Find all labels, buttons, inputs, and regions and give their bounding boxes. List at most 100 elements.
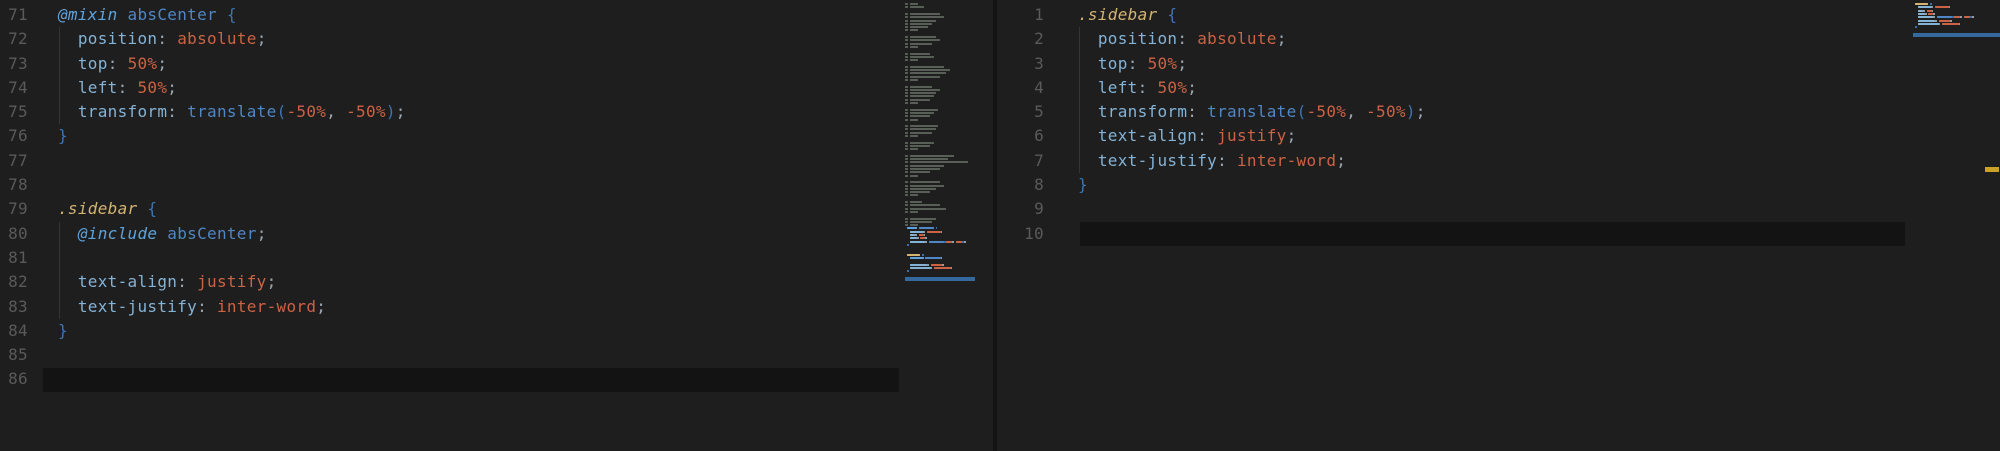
code-line[interactable]: position: absolute; [997, 27, 2000, 52]
code-line[interactable] [0, 245, 993, 271]
minimap-code-line [1918, 12, 1926, 15]
minimap-comment-line [905, 111, 908, 114]
minimap-code-line [907, 270, 909, 273]
indent-guide [1079, 148, 1080, 174]
code-line[interactable]: .sidebar { [997, 3, 2000, 27]
code-area[interactable]: .sidebar { position: absolute; top: 50%;… [997, 3, 2000, 246]
line-number[interactable]: 81 [0, 246, 43, 270]
code-line[interactable]: .sidebar { [0, 197, 993, 221]
code-line[interactable]: } [997, 173, 2000, 197]
code-line[interactable] [0, 343, 993, 367]
line-number[interactable]: 2 [997, 27, 1065, 51]
code-area[interactable]: @mixin absCenter { position: absolute; t… [0, 3, 993, 392]
line-number[interactable]: 72 [0, 27, 43, 51]
line-number[interactable]: 73 [0, 52, 43, 76]
code-line[interactable]: top: 50%; [997, 51, 2000, 76]
line-number[interactable]: 79 [0, 197, 43, 221]
minimap-code-line [950, 267, 953, 269]
indent-guide [1079, 51, 1080, 76]
line-number[interactable]: 74 [0, 76, 43, 100]
minimap[interactable] [1913, 0, 2000, 60]
line-number[interactable]: 85 [0, 343, 43, 367]
line-number[interactable]: 78 [0, 173, 43, 197]
minimap-code-line [1933, 16, 1936, 19]
line-number[interactable]: 6 [997, 124, 1065, 148]
line-number[interactable]: 4 [997, 76, 1065, 100]
code-line[interactable]: left: 50%; [997, 75, 2000, 101]
minimap-comment-line [910, 45, 918, 48]
line-number[interactable]: 82 [0, 270, 43, 294]
line-number[interactable]: 9 [997, 197, 1065, 221]
line-number[interactable]: 75 [0, 100, 43, 124]
minimap-comment-line [910, 144, 930, 147]
line-number[interactable]: 8 [997, 173, 1065, 197]
code-token: ; [157, 53, 168, 73]
code-line[interactable]: @mixin absCenter { [0, 3, 993, 27]
indent-guide [59, 100, 60, 125]
code-line[interactable]: text-justify: inter-word; [997, 148, 2000, 174]
minimap-comment-line [905, 141, 908, 144]
line-number[interactable]: 76 [0, 124, 43, 148]
line-number[interactable]: 3 [997, 52, 1065, 76]
code-line[interactable]: } [0, 319, 993, 343]
code-line[interactable]: left: 50%; [0, 75, 993, 101]
code-line[interactable] [0, 367, 993, 391]
code-line[interactable] [997, 222, 2000, 246]
minimap-code-line [935, 227, 938, 230]
minimap-comment-line [905, 19, 908, 22]
code-token: : [1187, 102, 1198, 122]
code-line[interactable]: transform: translate(-50%, -50%); [0, 100, 993, 125]
minimap-comment-line [905, 69, 908, 71]
minimap-comment-line [905, 144, 908, 147]
minimap-code-line [907, 253, 921, 256]
code-line[interactable] [0, 173, 993, 197]
minimap[interactable] [905, 0, 991, 310]
minimap-comment-line [905, 6, 908, 9]
code-line[interactable] [997, 197, 2000, 221]
minimap-comment-line [910, 201, 922, 203]
minimap-comment-line [905, 220, 908, 223]
code-line[interactable]: text-justify: inter-word; [0, 294, 993, 319]
minimap-comment-line [905, 154, 908, 157]
code-line[interactable]: } [0, 124, 993, 148]
code-token: position [1097, 29, 1178, 49]
line-number[interactable]: 5 [997, 100, 1065, 124]
line-number[interactable]: 83 [0, 295, 43, 319]
line-number[interactable]: 7 [997, 149, 1065, 173]
code-line[interactable]: top: 50%; [0, 51, 993, 76]
code-token: { [147, 199, 158, 219]
code-token: translate [1207, 102, 1297, 122]
code-token: text-justify [77, 296, 198, 316]
line-number[interactable]: 1 [997, 3, 1065, 27]
minimap-comment-line [910, 131, 932, 134]
minimap-code-line [940, 257, 943, 260]
line-number[interactable]: 77 [0, 149, 43, 173]
indent-guide [59, 221, 60, 246]
line-number[interactable]: 71 [0, 3, 43, 27]
code-line[interactable]: text-align: justify; [0, 270, 993, 295]
minimap-code-line [1935, 19, 1937, 22]
code-line[interactable]: transform: translate(-50%, -50%); [997, 100, 2000, 125]
minimap-comment-line [910, 224, 918, 227]
code-line[interactable]: @include absCenter; [0, 221, 993, 246]
line-number[interactable]: 84 [0, 319, 43, 343]
line-number[interactable]: 10 [997, 222, 1065, 246]
minimap-comment-line [910, 78, 918, 81]
code-token: { [1167, 5, 1178, 24]
minimap-code-line [1941, 22, 1959, 25]
code-line[interactable]: position: absolute; [0, 27, 993, 52]
code-token: ) [1405, 102, 1416, 122]
code-line[interactable]: text-align: justify; [997, 124, 2000, 149]
minimap-comment-line [910, 161, 968, 164]
line-number[interactable]: 86 [0, 367, 43, 391]
code-token: 50% [1147, 53, 1178, 73]
code-line[interactable] [0, 149, 993, 173]
indent-guide [59, 294, 60, 319]
line-number[interactable]: 80 [0, 222, 43, 246]
